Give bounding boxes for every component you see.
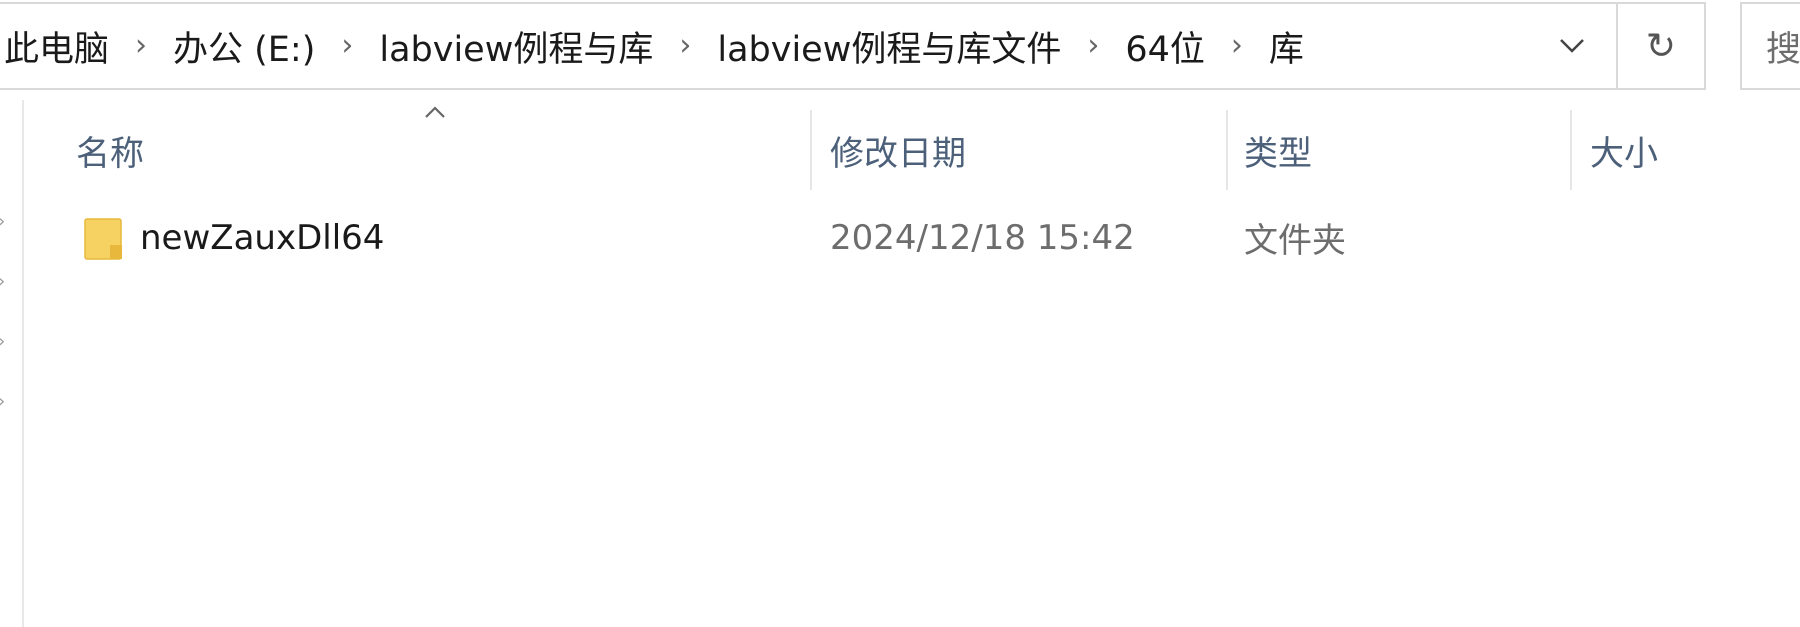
nav-expand-chevron-icon[interactable]: › bbox=[0, 272, 12, 292]
breadcrumb-drive-e[interactable]: 办公 (E:) bbox=[169, 21, 319, 72]
breadcrumb-labview-examples-files[interactable]: labview例程与库文件 bbox=[713, 21, 1065, 72]
refresh-icon: ↻ bbox=[1645, 25, 1677, 67]
file-type-cell: 文件夹 bbox=[1244, 205, 1346, 270]
column-header-type[interactable]: 类型 bbox=[1244, 110, 1570, 190]
nav-expand-chevron-icon[interactable]: › bbox=[0, 392, 12, 412]
column-resize-handle[interactable] bbox=[1226, 110, 1228, 190]
file-date-cell: 2024/12/18 15:42 bbox=[830, 205, 1135, 270]
breadcrumb-separator-icon[interactable]: › bbox=[341, 31, 353, 61]
file-modified-date: 2024/12/18 15:42 bbox=[830, 217, 1135, 258]
file-name: newZauxDll64 bbox=[140, 217, 385, 258]
file-type: 文件夹 bbox=[1244, 221, 1346, 261]
search-placeholder: 搜 bbox=[1766, 29, 1800, 70]
file-explorer-window: 此电脑 › 办公 (E:) › labview例程与库 › labview例程与… bbox=[0, 0, 1800, 627]
column-header-date-label: 修改日期 bbox=[830, 133, 966, 174]
search-input[interactable]: 搜 bbox=[1740, 2, 1800, 90]
breadcrumb-library[interactable]: 库 bbox=[1265, 21, 1308, 72]
column-header-size-label: 大小 bbox=[1590, 133, 1658, 174]
breadcrumb-labview-examples[interactable]: labview例程与库 bbox=[375, 21, 657, 72]
column-header-size[interactable]: 大小 bbox=[1590, 110, 1790, 190]
breadcrumb-this-pc[interactable]: 此电脑 bbox=[0, 21, 113, 72]
column-resize-handle[interactable] bbox=[810, 110, 812, 190]
column-header-name-label: 名称 bbox=[76, 133, 144, 174]
breadcrumb-separator-icon[interactable]: › bbox=[1087, 31, 1099, 61]
column-header-type-label: 类型 bbox=[1244, 133, 1312, 174]
column-header-name[interactable]: 名称 bbox=[76, 110, 806, 190]
breadcrumb-separator-icon[interactable]: › bbox=[1231, 31, 1243, 61]
nav-expand-chevron-icon[interactable]: › bbox=[0, 212, 12, 232]
address-history-dropdown-button[interactable] bbox=[1528, 4, 1616, 88]
column-header-date[interactable]: 修改日期 bbox=[830, 110, 1226, 190]
breadcrumb-separator-icon[interactable]: › bbox=[135, 31, 147, 61]
nav-expand-chevron-icon[interactable]: › bbox=[0, 332, 12, 352]
breadcrumb: 此电脑 › 办公 (E:) › labview例程与库 › labview例程与… bbox=[0, 4, 1528, 88]
column-resize-handle[interactable] bbox=[1570, 110, 1572, 190]
refresh-button[interactable]: ↻ bbox=[1616, 4, 1704, 88]
breadcrumb-64bit[interactable]: 64位 bbox=[1121, 21, 1209, 72]
breadcrumb-separator-icon[interactable]: › bbox=[679, 31, 691, 61]
file-row[interactable]: newZauxDll64 2024/12/18 15:42 文件夹 bbox=[60, 205, 1800, 270]
address-bar[interactable]: 此电脑 › 办公 (E:) › labview例程与库 › labview例程与… bbox=[0, 2, 1706, 90]
navigation-pane: › › › › bbox=[0, 100, 24, 627]
folder-icon bbox=[84, 217, 122, 260]
chevron-down-icon bbox=[1560, 39, 1584, 53]
file-name-cell: newZauxDll64 bbox=[84, 205, 384, 270]
